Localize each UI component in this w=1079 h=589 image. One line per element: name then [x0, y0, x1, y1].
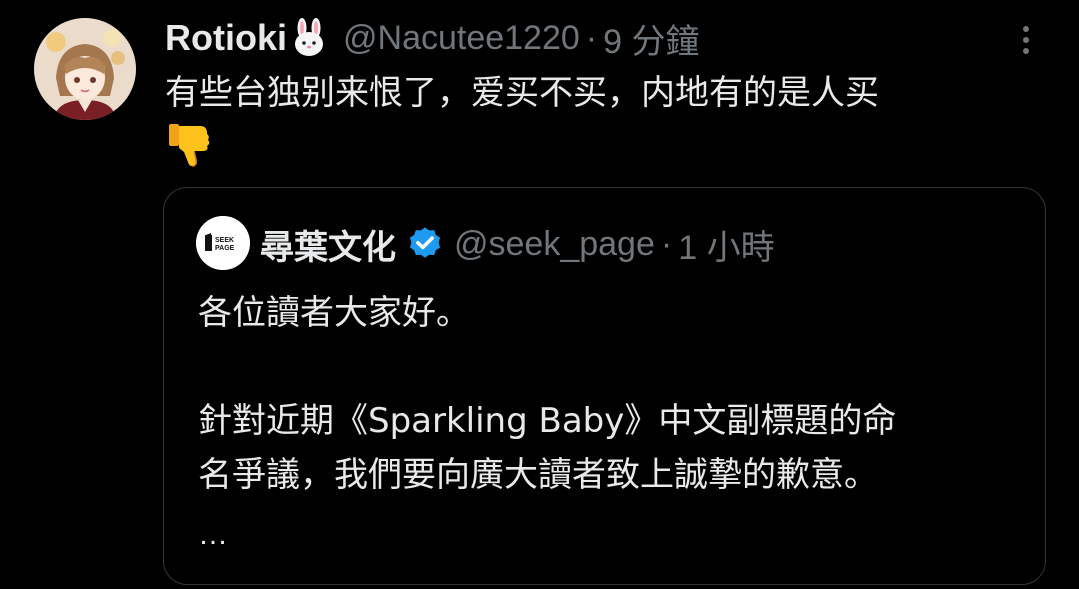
quoted-header-separator: ·	[660, 224, 673, 263]
quoted-author-display-name[interactable]: 尋葉文化	[260, 220, 396, 269]
tweet-header: Rotioki @Nacutee1220 · 9 分鐘	[165, 14, 699, 62]
quoted-tweet-card[interactable]: SEEK PAGE 尋葉文化 @seek_page · 1 小時 各位讀者大家好…	[163, 187, 1046, 585]
author-avatar[interactable]	[34, 18, 136, 120]
quoted-author-avatar[interactable]: SEEK PAGE	[196, 216, 250, 270]
quoted-body-line: 針對近期《Sparkling Baby》中文副標題的命	[198, 401, 897, 441]
quoted-tweet-timestamp[interactable]: 1 小時	[678, 220, 774, 269]
tweet-timestamp[interactable]: 9 分鐘	[603, 14, 699, 63]
tweet[interactable]: Rotioki @Nacutee1220 · 9 分鐘 有些台独别来恨了，爱买不…	[0, 0, 1079, 589]
header-separator: ·	[585, 18, 598, 57]
more-vertical-icon[interactable]	[1014, 20, 1038, 60]
quoted-body-line: 名爭議，我們要向廣大讀者致上誠摯的歉意。	[198, 455, 878, 495]
thumbs-down-icon	[166, 120, 212, 168]
quoted-avatar-logo-text-top: SEEK	[215, 237, 234, 244]
quoted-tweet-truncation: …	[198, 518, 228, 551]
author-display-name[interactable]: Rotioki	[165, 17, 287, 59]
quoted-body-line: 各位讀者大家好。	[198, 293, 470, 333]
quoted-tweet-body: 各位讀者大家好。 針對近期《Sparkling Baby》中文副標題的命 名爭議…	[198, 286, 896, 502]
quoted-author-handle[interactable]: @seek_page	[454, 225, 655, 264]
rabbit-face-icon	[289, 18, 329, 58]
quoted-avatar-logo-text-bottom: PAGE	[215, 245, 235, 252]
tweet-text: 有些台独别来恨了，爱买不买，内地有的是人买	[165, 73, 879, 113]
quoted-body-line	[198, 340, 896, 394]
verified-badge-icon	[406, 225, 444, 263]
avatar-illustration	[34, 18, 136, 120]
quoted-tweet-header: 尋葉文化 @seek_page · 1 小時	[260, 218, 775, 270]
author-handle[interactable]: @Nacutee1220	[343, 19, 580, 58]
